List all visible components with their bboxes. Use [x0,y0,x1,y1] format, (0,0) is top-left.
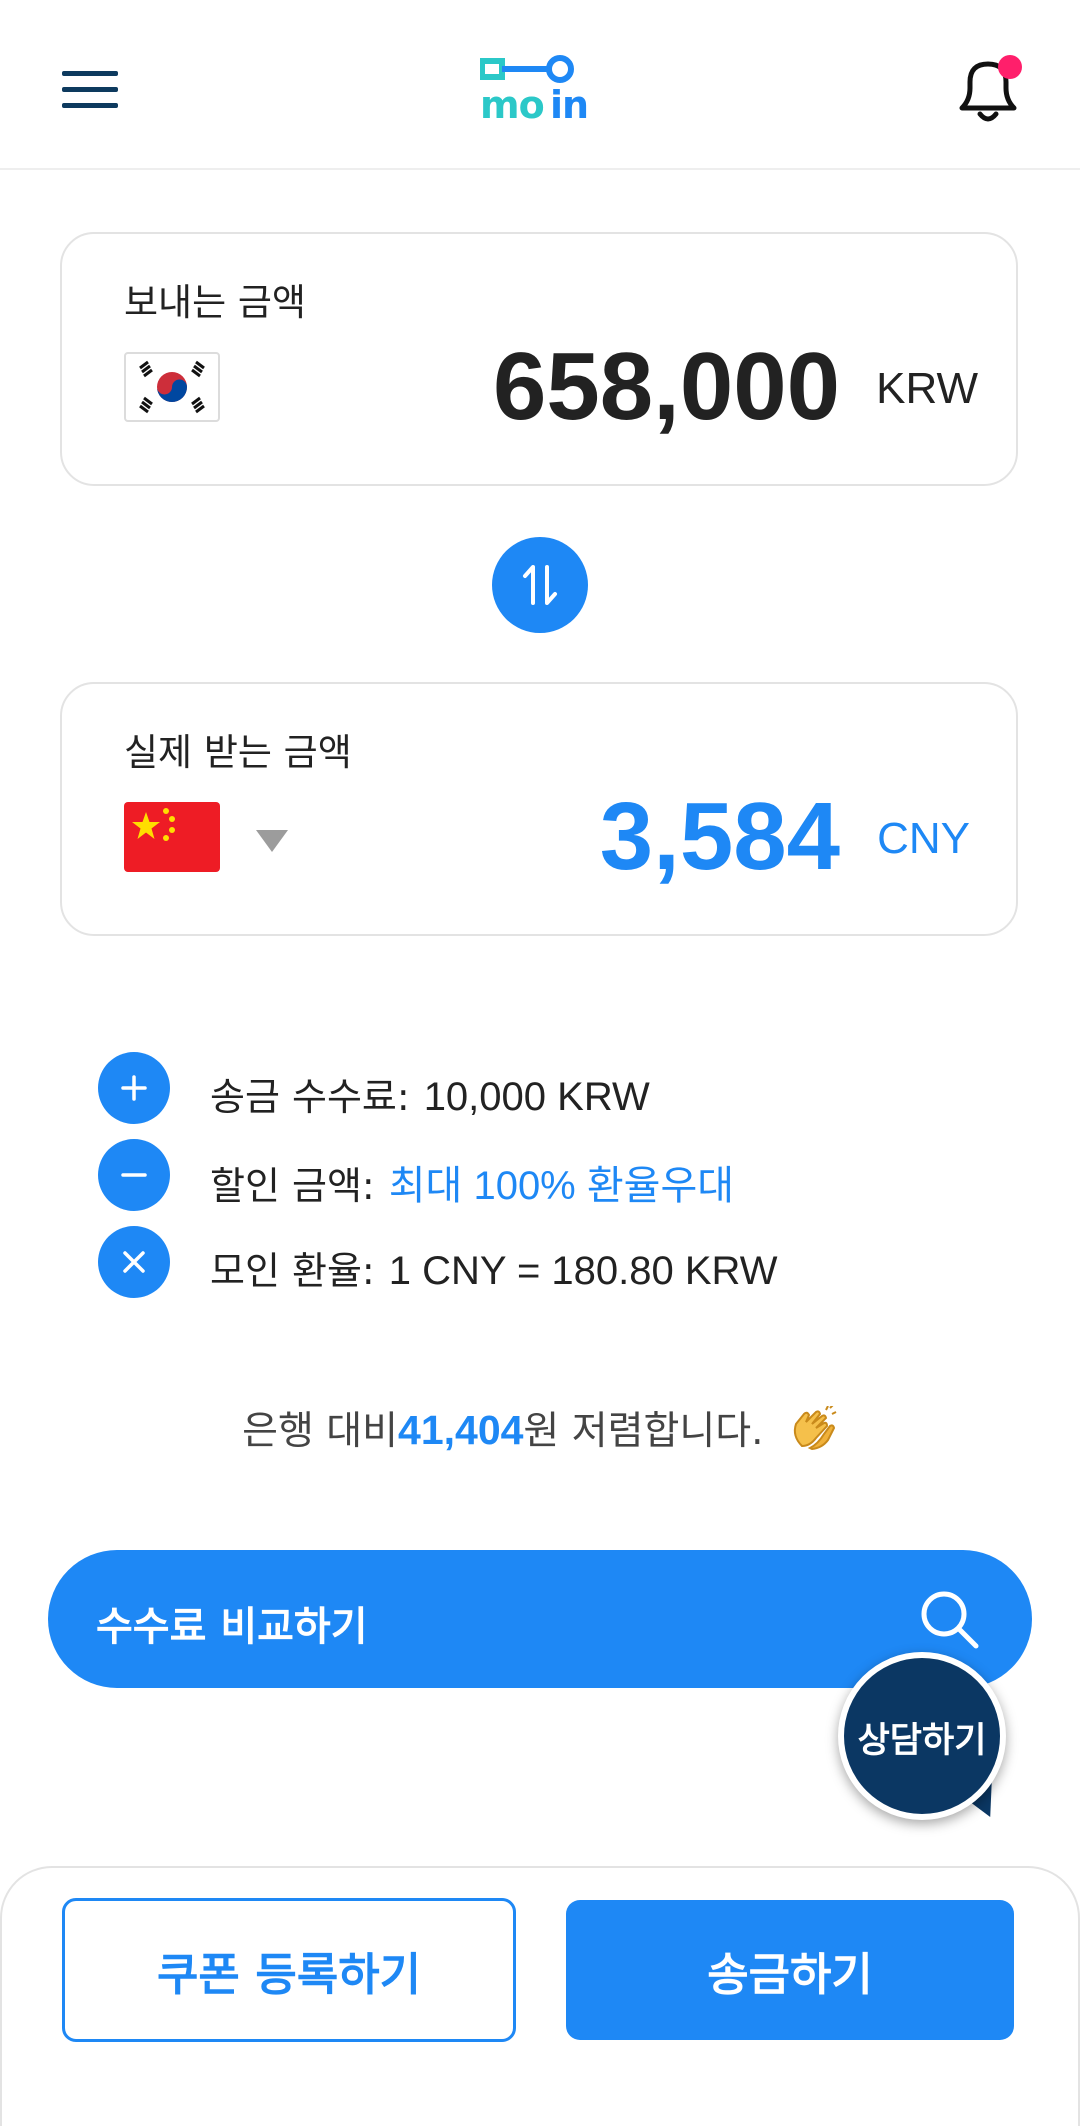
exchange-rate-value: 1 CNY = 180.80 KRW [388,1249,778,1293]
consult-chat-button[interactable]: 상담하기 [838,1652,1020,1832]
receive-amount-value: 3,584 [599,783,840,890]
fee-value: 10,000 KRW [423,1075,650,1119]
savings-message: 은행 대비41,404원 저렴합니다. [0,1400,1080,1460]
send-amount-card[interactable]: 보내는 금액 658,000 KRW [60,232,1018,486]
fee-label: 송금 수수료: [210,1075,410,1119]
receive-amount-label: 실제 받는 금액 [124,731,352,774]
china-flag-icon[interactable] [124,802,220,872]
receive-currency-code: CNY [877,814,970,863]
savings-prefix: 은행 대비 [242,1409,399,1454]
notification-dot [998,55,1022,79]
send-currency-code: KRW [876,364,978,413]
currency-dropdown-caret-icon[interactable] [256,830,288,852]
times-icon [98,1226,170,1298]
south-korea-flag-icon [124,352,220,422]
svg-text:in: in [550,83,588,125]
receive-amount-card[interactable]: 실제 받는 금액 3,584 CNY [60,682,1018,936]
swap-arrows-icon [523,565,557,605]
fee-row-exchange-rate: 모인 환율: 1 CNY = 180.80 KRW [98,1226,998,1300]
fee-row-remittance: 송금 수수료: 10,000 KRW [98,1052,998,1126]
discount-value-link[interactable]: 최대 100% 환율우대 [389,1164,734,1208]
exchange-rate-label: 모인 환율: [210,1249,375,1293]
search-icon [921,1591,979,1649]
svg-text:mo: mo [480,83,544,125]
register-coupon-button[interactable]: 쿠폰 등록하기 [62,1898,516,2042]
swap-currency-button[interactable] [492,537,588,633]
fee-row-discount: 할인 금액: 최대 100% 환율우대 [98,1139,998,1213]
send-amount-value[interactable]: 658,000 [493,332,840,442]
send-amount-label: 보내는 금액 [124,281,306,324]
send-money-button[interactable]: 송금하기 [566,1900,1014,2040]
savings-suffix: 원 저렴합니다. [523,1409,764,1454]
minus-icon [98,1139,170,1211]
clapping-hands-icon [788,1404,838,1460]
consult-chat-label: 상담하기 [857,1721,987,1761]
plus-icon [98,1052,170,1124]
savings-amount: 41,404 [398,1407,524,1453]
hamburger-menu-icon[interactable] [60,68,120,112]
notification-bell-icon[interactable] [952,52,1024,128]
compare-fees-label: 수수료 비교하기 [96,1604,368,1650]
discount-label: 할인 금액: [210,1164,375,1208]
moin-logo[interactable]: mo in [479,55,600,127]
app-header: mo in [0,0,1080,170]
